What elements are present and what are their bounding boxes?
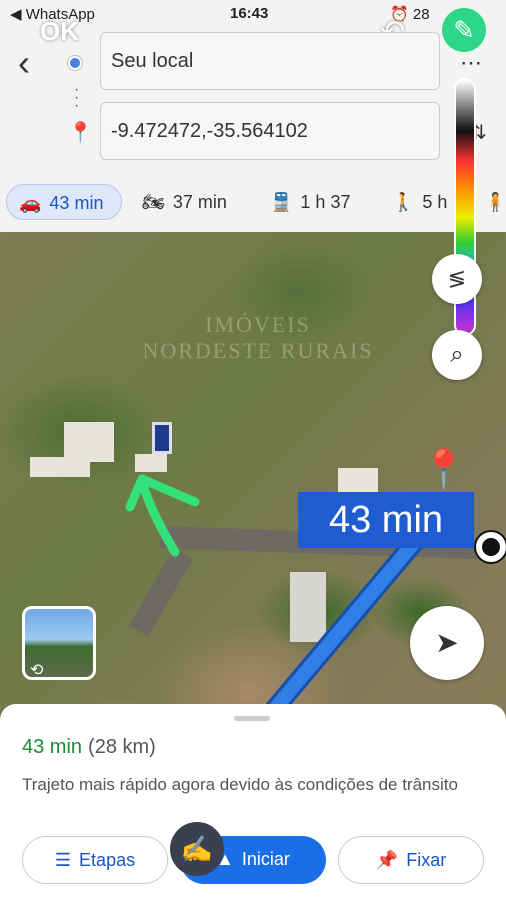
train-icon: 🚆 [270, 192, 293, 212]
pin-label: Fixar [406, 850, 447, 870]
origin-dot-icon [68, 56, 82, 70]
battery-level: 28 [412, 6, 430, 23]
mode-label: 43 min [49, 193, 104, 213]
back-arrow-icon[interactable]: ‹ [18, 42, 30, 84]
pin-button[interactable]: 📌 Fixar [338, 836, 484, 884]
destination-field[interactable]: -9.472472,-35.564102 [100, 102, 440, 160]
sheet-drag-handle[interactable] [234, 716, 270, 721]
draw-tool-icon[interactable]: ✍ [170, 822, 224, 876]
watermark-line2: NORDESTE RURAIS [142, 338, 374, 363]
route-description: Trajeto mais rápido agora devido às cond… [22, 775, 458, 794]
pin-icon: 📌 [375, 850, 399, 870]
map-pool [152, 422, 172, 454]
route-time-label[interactable]: 43 min [298, 492, 474, 548]
map-destination-pin-icon: 📍 [420, 449, 468, 491]
route-distance: (28 km) [88, 736, 156, 758]
map-building [290, 572, 326, 642]
hand-drawn-arrow [125, 474, 200, 557]
markup-done-button[interactable]: OK [40, 16, 79, 47]
mode-label: 5 h [422, 192, 448, 212]
steps-label: Etapas [79, 850, 136, 870]
watermark: IMÓVEIS NORDESTE RURAIS [118, 312, 398, 364]
list-icon: ☰ [54, 850, 72, 870]
steps-button[interactable]: ☰ Etapas [22, 836, 168, 884]
destination-pin-icon: 📍 [68, 122, 93, 144]
navigation-arrow-icon[interactable]: ➤ [410, 606, 484, 680]
search-icon[interactable]: ⌕ [432, 330, 482, 380]
route-origin-marker [476, 532, 506, 562]
mode-label: 1 h 37 [300, 192, 351, 212]
map-building [64, 422, 114, 462]
route-dots-icon: · · · [74, 81, 80, 114]
route-duration: 43 min [22, 736, 83, 758]
walk-icon: 🚶 [392, 192, 415, 212]
mode-tab-walk[interactable]: 🚶 5 h [392, 184, 447, 220]
travel-mode-tabs: 🚗 43 min 🏍 37 min 🚆 1 h 37 🚶 5 h 🧍 [0, 180, 506, 224]
route-line [242, 532, 426, 732]
origin-field[interactable]: Seu local [100, 32, 440, 90]
car-icon: 🚗 [19, 193, 42, 213]
person-icon: 🧍 [484, 192, 506, 212]
rotate-360-icon: ⟲ [30, 662, 44, 679]
route-summary-sheet: 43 min (28 km) Trajeto mais rápido agora … [0, 704, 506, 900]
pencil-icon[interactable]: ✎ [442, 8, 486, 52]
more-options-icon[interactable]: ⋯ [460, 50, 482, 76]
motorcycle-icon: 🏍 [142, 192, 165, 212]
start-label: Iniciar [241, 849, 290, 869]
mode-tab-motorcycle[interactable]: 🏍 37 min [142, 184, 227, 220]
layers-icon[interactable]: ≶ [432, 254, 482, 304]
route-summary: 43 min (28 km) [22, 736, 156, 759]
status-time: 16:43 [230, 5, 269, 22]
directions-header: ◀ WhatsApp 16:43 ⏰ 28 OK ↶ ✎ ‹ ··· 📍 Seu… [0, 0, 506, 232]
map-road [128, 547, 194, 637]
mode-label: 37 min [172, 192, 227, 212]
mode-tab-car[interactable]: 🚗 43 min [6, 184, 122, 220]
map-building [30, 457, 90, 477]
mode-tab-more[interactable]: 🧍 [484, 184, 506, 220]
mode-tab-transit[interactable]: 🚆 1 h 37 [270, 184, 350, 220]
watermark-line1: IMÓVEIS [205, 312, 311, 337]
